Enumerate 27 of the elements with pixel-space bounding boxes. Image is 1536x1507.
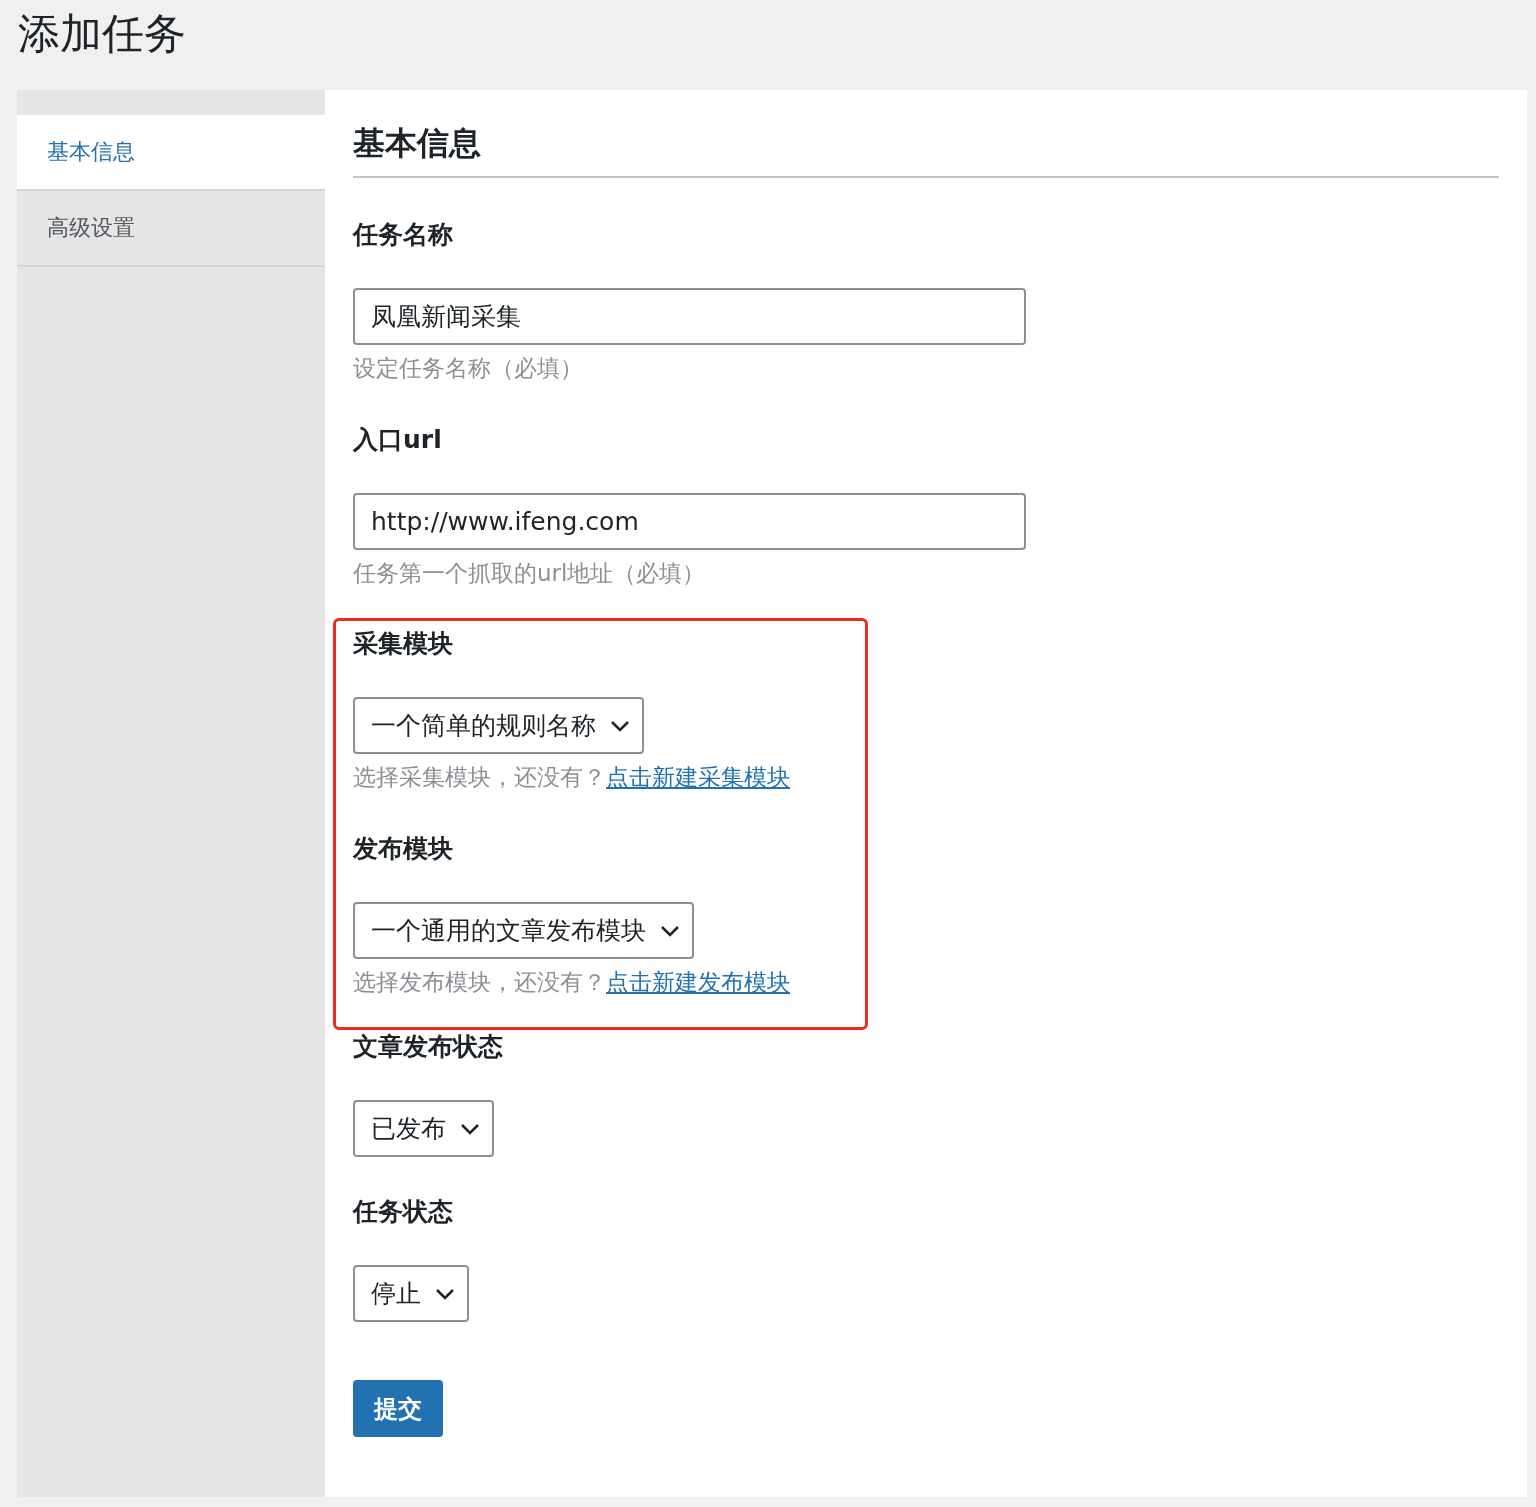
chevron-down-icon <box>610 719 630 732</box>
field-label: 任务状态 <box>353 1196 454 1228</box>
dropdown[interactable]: 已发布 <box>353 1100 494 1157</box>
create-link[interactable]: 点击新建采集模块 <box>606 764 790 790</box>
submit-button[interactable]: 提交 <box>353 1380 443 1437</box>
dropdown[interactable]: 停止 <box>353 1265 469 1322</box>
sidebar-tab[interactable]: 高级设置 <box>17 191 325 267</box>
dropdown[interactable]: 一个通用的文章发布模块 <box>353 902 694 959</box>
field-label: 采集模块 <box>353 628 454 660</box>
sidebar-tab[interactable]: 基本信息 <box>17 115 325 191</box>
text-input[interactable]: 凤凰新闻采集 <box>353 288 1026 345</box>
field-label: 入口url <box>353 424 443 456</box>
hint-text: 选择采集模块，还没有？ <box>353 764 606 790</box>
field-label: 任务名称 <box>353 219 454 251</box>
hint-text: 设定任务名称（必填） <box>353 354 584 383</box>
chevron-down-icon <box>435 1287 455 1300</box>
field-label: 文章发布状态 <box>353 1031 504 1063</box>
chevron-down-icon <box>660 924 680 937</box>
field-label: 发布模块 <box>353 833 454 865</box>
section-title: 基本信息 <box>353 90 1499 178</box>
chevron-down-icon <box>460 1122 480 1135</box>
dropdown[interactable]: 一个简单的规则名称 <box>353 697 644 754</box>
text-input[interactable]: http://www.ifeng.com <box>353 493 1026 550</box>
hint-text: 任务第一个抓取的url地址（必填） <box>353 559 707 588</box>
page-title: 添加任务 <box>17 8 187 60</box>
create-link[interactable]: 点击新建发布模块 <box>606 969 790 995</box>
hint-text: 选择发布模块，还没有？ <box>353 969 606 995</box>
